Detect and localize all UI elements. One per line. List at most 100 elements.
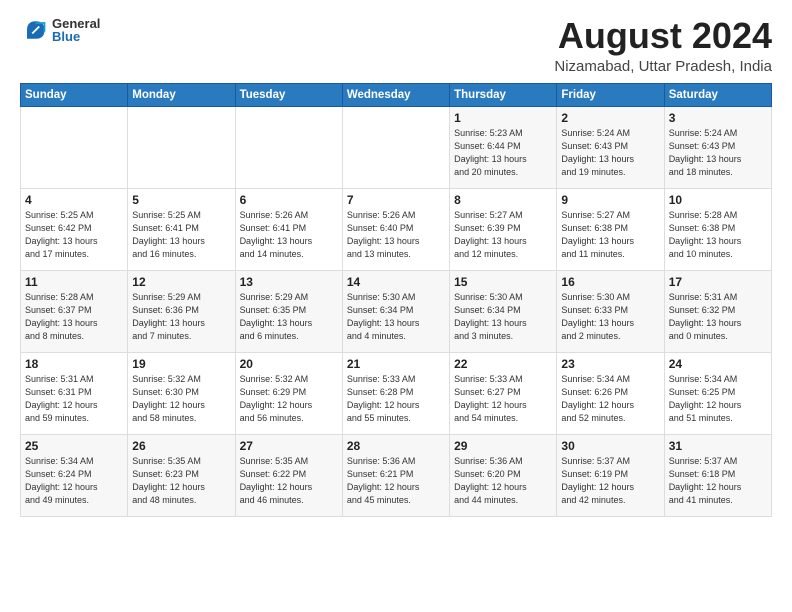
day-info: Sunrise: 5:26 AM Sunset: 6:40 PM Dayligh… [347,209,445,261]
day-number: 8 [454,193,552,207]
day-cell: 20 Sunrise: 5:32 AM Sunset: 6:29 PM Dayli… [235,352,342,434]
day-number: 20 [240,357,338,371]
day-number: 7 [347,193,445,207]
day-info: Sunrise: 5:29 AM Sunset: 6:36 PM Dayligh… [132,291,230,343]
day-number: 26 [132,439,230,453]
title-block: August 2024 Nizamabad, Uttar Pradesh, In… [554,16,772,75]
day-number: 5 [132,193,230,207]
day-header-wednesday: Wednesday [342,83,449,106]
day-number: 31 [669,439,767,453]
day-info: Sunrise: 5:34 AM Sunset: 6:26 PM Dayligh… [561,373,659,425]
day-number: 21 [347,357,445,371]
day-cell: 8 Sunrise: 5:27 AM Sunset: 6:39 PM Daylig… [450,188,557,270]
day-number: 30 [561,439,659,453]
day-cell: 3 Sunrise: 5:24 AM Sunset: 6:43 PM Daylig… [664,106,771,188]
day-info: Sunrise: 5:32 AM Sunset: 6:29 PM Dayligh… [240,373,338,425]
day-cell: 11 Sunrise: 5:28 AM Sunset: 6:37 PM Dayli… [21,270,128,352]
day-info: Sunrise: 5:30 AM Sunset: 6:34 PM Dayligh… [454,291,552,343]
day-info: Sunrise: 5:29 AM Sunset: 6:35 PM Dayligh… [240,291,338,343]
day-info: Sunrise: 5:27 AM Sunset: 6:39 PM Dayligh… [454,209,552,261]
day-number: 12 [132,275,230,289]
day-number: 28 [347,439,445,453]
day-cell [235,106,342,188]
day-cell: 13 Sunrise: 5:29 AM Sunset: 6:35 PM Dayli… [235,270,342,352]
day-info: Sunrise: 5:36 AM Sunset: 6:20 PM Dayligh… [454,455,552,507]
day-number: 15 [454,275,552,289]
day-info: Sunrise: 5:37 AM Sunset: 6:18 PM Dayligh… [669,455,767,507]
day-info: Sunrise: 5:30 AM Sunset: 6:34 PM Dayligh… [347,291,445,343]
day-cell: 12 Sunrise: 5:29 AM Sunset: 6:36 PM Dayli… [128,270,235,352]
logo: General Blue [20,16,100,44]
day-cell [342,106,449,188]
day-cell: 7 Sunrise: 5:26 AM Sunset: 6:40 PM Daylig… [342,188,449,270]
day-info: Sunrise: 5:35 AM Sunset: 6:23 PM Dayligh… [132,455,230,507]
day-info: Sunrise: 5:28 AM Sunset: 6:38 PM Dayligh… [669,209,767,261]
day-number: 24 [669,357,767,371]
day-cell: 30 Sunrise: 5:37 AM Sunset: 6:19 PM Dayli… [557,434,664,516]
week-row-5: 25 Sunrise: 5:34 AM Sunset: 6:24 PM Dayli… [21,434,772,516]
day-header-sunday: Sunday [21,83,128,106]
day-number: 10 [669,193,767,207]
week-row-2: 4 Sunrise: 5:25 AM Sunset: 6:42 PM Daylig… [21,188,772,270]
day-header-thursday: Thursday [450,83,557,106]
day-number: 9 [561,193,659,207]
day-info: Sunrise: 5:37 AM Sunset: 6:19 PM Dayligh… [561,455,659,507]
day-cell: 24 Sunrise: 5:34 AM Sunset: 6:25 PM Dayli… [664,352,771,434]
day-info: Sunrise: 5:35 AM Sunset: 6:22 PM Dayligh… [240,455,338,507]
header: General Blue August 2024 Nizamabad, Utta… [20,16,772,75]
day-info: Sunrise: 5:36 AM Sunset: 6:21 PM Dayligh… [347,455,445,507]
day-cell: 31 Sunrise: 5:37 AM Sunset: 6:18 PM Dayli… [664,434,771,516]
day-number: 16 [561,275,659,289]
day-number: 25 [25,439,123,453]
day-info: Sunrise: 5:30 AM Sunset: 6:33 PM Dayligh… [561,291,659,343]
day-number: 19 [132,357,230,371]
day-info: Sunrise: 5:34 AM Sunset: 6:25 PM Dayligh… [669,373,767,425]
day-cell: 26 Sunrise: 5:35 AM Sunset: 6:23 PM Dayli… [128,434,235,516]
logo-blue: Blue [52,30,100,43]
day-cell: 1 Sunrise: 5:23 AM Sunset: 6:44 PM Daylig… [450,106,557,188]
day-info: Sunrise: 5:25 AM Sunset: 6:42 PM Dayligh… [25,209,123,261]
day-info: Sunrise: 5:32 AM Sunset: 6:30 PM Dayligh… [132,373,230,425]
day-header-tuesday: Tuesday [235,83,342,106]
calendar-table: SundayMondayTuesdayWednesdayThursdayFrid… [20,83,772,517]
day-header-friday: Friday [557,83,664,106]
header-row: SundayMondayTuesdayWednesdayThursdayFrid… [21,83,772,106]
day-number: 4 [25,193,123,207]
day-cell: 28 Sunrise: 5:36 AM Sunset: 6:21 PM Dayli… [342,434,449,516]
day-info: Sunrise: 5:31 AM Sunset: 6:32 PM Dayligh… [669,291,767,343]
day-info: Sunrise: 5:34 AM Sunset: 6:24 PM Dayligh… [25,455,123,507]
day-info: Sunrise: 5:31 AM Sunset: 6:31 PM Dayligh… [25,373,123,425]
week-row-1: 1 Sunrise: 5:23 AM Sunset: 6:44 PM Daylig… [21,106,772,188]
day-info: Sunrise: 5:27 AM Sunset: 6:38 PM Dayligh… [561,209,659,261]
day-number: 23 [561,357,659,371]
day-info: Sunrise: 5:25 AM Sunset: 6:41 PM Dayligh… [132,209,230,261]
day-number: 13 [240,275,338,289]
day-info: Sunrise: 5:26 AM Sunset: 6:41 PM Dayligh… [240,209,338,261]
day-cell: 4 Sunrise: 5:25 AM Sunset: 6:42 PM Daylig… [21,188,128,270]
day-cell: 16 Sunrise: 5:30 AM Sunset: 6:33 PM Dayli… [557,270,664,352]
day-cell: 14Sunrise: 5:30 AM Sunset: 6:34 PM Dayli… [342,270,449,352]
day-cell: 9 Sunrise: 5:27 AM Sunset: 6:38 PM Daylig… [557,188,664,270]
calendar-page: General Blue August 2024 Nizamabad, Utta… [0,0,792,612]
week-row-3: 11 Sunrise: 5:28 AM Sunset: 6:37 PM Dayli… [21,270,772,352]
day-cell: 10 Sunrise: 5:28 AM Sunset: 6:38 PM Dayli… [664,188,771,270]
day-info: Sunrise: 5:23 AM Sunset: 6:44 PM Dayligh… [454,127,552,179]
day-cell: 22Sunrise: 5:33 AM Sunset: 6:27 PM Dayli… [450,352,557,434]
day-cell: 25 Sunrise: 5:34 AM Sunset: 6:24 PM Dayli… [21,434,128,516]
day-number: 1 [454,111,552,125]
logo-text: General Blue [52,17,100,43]
day-header-monday: Monday [128,83,235,106]
day-number: 3 [669,111,767,125]
day-header-saturday: Saturday [664,83,771,106]
day-cell: 27Sunrise: 5:35 AM Sunset: 6:22 PM Dayli… [235,434,342,516]
day-cell: 17Sunrise: 5:31 AM Sunset: 6:32 PM Dayli… [664,270,771,352]
day-cell: 21 Sunrise: 5:33 AM Sunset: 6:28 PM Dayli… [342,352,449,434]
day-info: Sunrise: 5:33 AM Sunset: 6:28 PM Dayligh… [347,373,445,425]
day-cell: 23 Sunrise: 5:34 AM Sunset: 6:26 PM Dayli… [557,352,664,434]
day-cell [21,106,128,188]
day-cell: 19 Sunrise: 5:32 AM Sunset: 6:30 PM Dayli… [128,352,235,434]
day-number: 11 [25,275,123,289]
day-info: Sunrise: 5:28 AM Sunset: 6:37 PM Dayligh… [25,291,123,343]
day-info: Sunrise: 5:24 AM Sunset: 6:43 PM Dayligh… [669,127,767,179]
day-cell [128,106,235,188]
